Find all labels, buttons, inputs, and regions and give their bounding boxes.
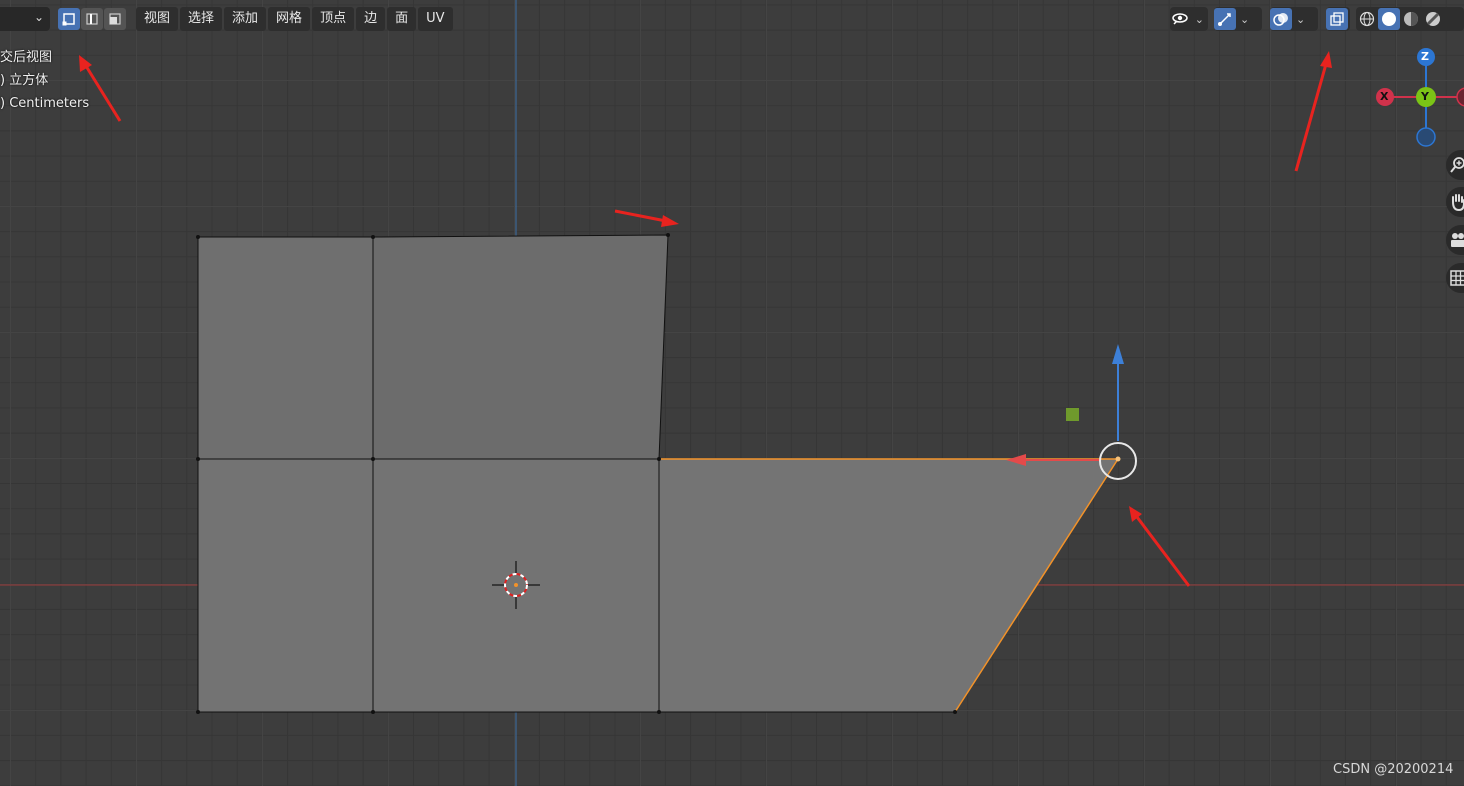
gizmo-y-label[interactable]: Y (1421, 90, 1429, 103)
viewport-scene (0, 0, 1464, 786)
mesh-face[interactable] (197, 458, 374, 713)
zoom-icon (1450, 157, 1464, 173)
mesh-face[interactable] (372, 234, 669, 460)
gizmo-z-arrow-icon[interactable] (1112, 344, 1124, 364)
navigation-gizmo[interactable]: Z X Y (1370, 44, 1464, 148)
mesh-face[interactable] (197, 236, 374, 460)
gizmo-plane-handle[interactable] (1066, 408, 1079, 421)
camera-icon (1451, 233, 1464, 247)
mesh[interactable] (196, 233, 1121, 714)
selected-vertex[interactable] (1115, 456, 1121, 462)
gizmo-z-label[interactable]: Z (1421, 50, 1429, 63)
watermark: CSDN @20200214 (1333, 762, 1454, 777)
gizmo-x-label[interactable]: X (1380, 90, 1388, 103)
grid-icon (1450, 270, 1464, 286)
pan-hand-icon (1452, 194, 1464, 211)
